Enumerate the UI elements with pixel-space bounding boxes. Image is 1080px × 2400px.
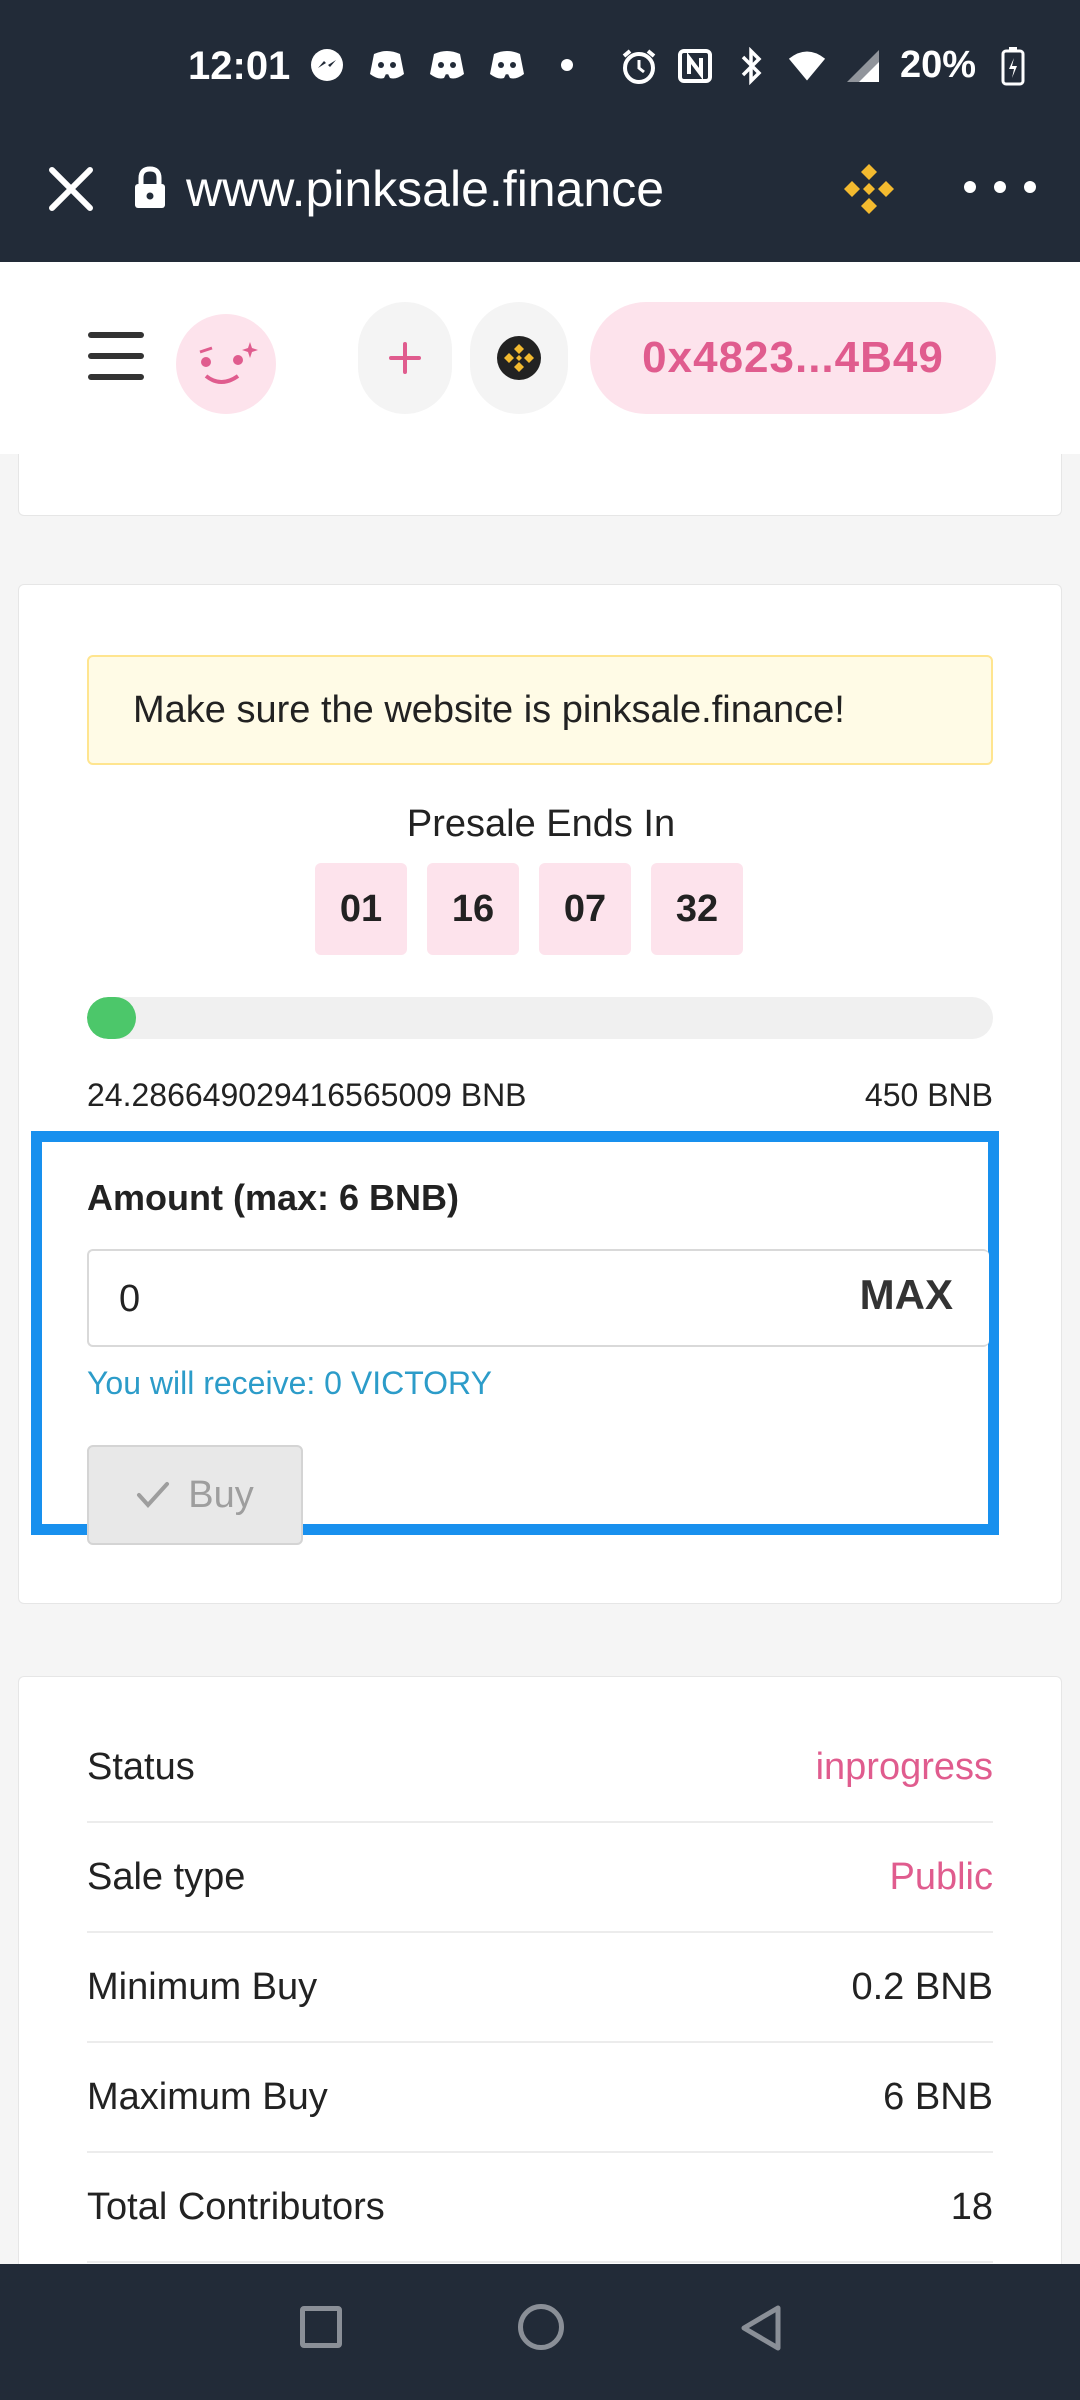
- info-label: Total Contributors: [87, 2185, 385, 2228]
- wallet-address-button[interactable]: 0x4823...4B49: [590, 302, 996, 414]
- previous-card: [18, 454, 1062, 516]
- bluetooth-icon: [732, 46, 770, 85]
- url-bar[interactable]: www.pinksale.finance: [186, 160, 664, 218]
- status-bar: 12:01 20%: [0, 0, 1080, 134]
- amount-field[interactable]: MAX: [87, 1249, 989, 1347]
- system-icons: 20%: [620, 44, 1032, 87]
- nfc-icon: [676, 47, 714, 85]
- max-button[interactable]: MAX: [860, 1271, 953, 1319]
- countdown-seconds: 32: [651, 863, 743, 955]
- info-row-minimum-buy: Minimum Buy 0.2 BNB: [87, 1933, 993, 2043]
- status-time: 12:01: [188, 44, 291, 88]
- wifi-icon: [788, 47, 826, 85]
- presale-countdown-title: Presale Ends In: [406, 803, 676, 845]
- menu-icon[interactable]: [88, 332, 144, 380]
- total-contributors-value: 18: [950, 2185, 993, 2228]
- info-row-total-contributors: Total Contributors 18: [87, 2153, 993, 2263]
- hardcap-amount: 450 BNB: [864, 1077, 993, 1113]
- alarm-icon: [620, 47, 658, 85]
- network-selector[interactable]: [470, 302, 568, 414]
- discord-icon: [428, 46, 466, 84]
- system-nav-bar: [0, 2264, 1080, 2400]
- info-label: Status: [87, 1745, 195, 1788]
- bnb-chain-icon: [497, 336, 541, 380]
- close-icon[interactable]: [44, 162, 98, 216]
- discord-icon: [488, 46, 526, 84]
- site-logo[interactable]: [176, 314, 276, 414]
- sale-type-value: Public: [889, 1855, 994, 1898]
- amount-label: Amount (max: 6 BNB): [87, 1177, 460, 1218]
- progress-bar: [87, 997, 993, 1039]
- info-label: Maximum Buy: [87, 2075, 328, 2118]
- status-value: inprogress: [815, 1745, 993, 1788]
- buy-button[interactable]: Buy: [87, 1445, 303, 1545]
- battery-icon: [994, 46, 1032, 85]
- messenger-icon: [308, 46, 346, 84]
- amount-input[interactable]: [119, 1271, 819, 1327]
- countdown-hours: 16: [427, 863, 519, 955]
- notification-icons: [308, 46, 586, 84]
- recents-button[interactable]: [300, 2306, 342, 2348]
- info-row-status: Status inprogress: [87, 1713, 993, 1823]
- site-header: 0x4823...4B49: [0, 262, 1080, 454]
- info-row-sale-type: Sale type Public: [87, 1823, 993, 1933]
- battery-percent: 20%: [899, 44, 976, 86]
- check-icon: [137, 1482, 170, 1508]
- countdown-minutes: 07: [539, 863, 631, 955]
- more-options-icon[interactable]: [962, 172, 1038, 202]
- back-icon[interactable]: [736, 2302, 786, 2354]
- signal-icon: [844, 47, 882, 85]
- create-button[interactable]: [358, 302, 452, 414]
- raised-amount: 24.286649029416565009 BNB: [87, 1077, 527, 1113]
- minimum-buy-value: 0.2 BNB: [851, 1965, 993, 2008]
- info-row-maximum-buy: Maximum Buy 6 BNB: [87, 2043, 993, 2153]
- discord-icon: [368, 46, 406, 84]
- dot-icon: [548, 46, 586, 84]
- binance-icon[interactable]: [838, 158, 900, 220]
- info-label: Minimum Buy: [87, 1965, 318, 2008]
- countdown-days: 01: [315, 863, 407, 955]
- countdown-timer: 01 16 07 32: [315, 863, 743, 955]
- browser-toolbar: www.pinksale.finance: [0, 134, 1080, 262]
- phishing-warning: Make sure the website is pinksale.financ…: [87, 655, 993, 765]
- maximum-buy-value: 6 BNB: [883, 2075, 993, 2118]
- lock-icon: [135, 166, 165, 208]
- receive-estimate: You will receive: 0 VICTORY: [87, 1365, 492, 1401]
- progress-fill: [87, 997, 136, 1039]
- home-button[interactable]: [518, 2304, 564, 2350]
- presale-buy-card: Make sure the website is pinksale.financ…: [18, 584, 1062, 1604]
- buy-button-label: Buy: [188, 1473, 254, 1516]
- info-label: Sale type: [87, 1855, 246, 1898]
- plus-icon: [389, 342, 421, 374]
